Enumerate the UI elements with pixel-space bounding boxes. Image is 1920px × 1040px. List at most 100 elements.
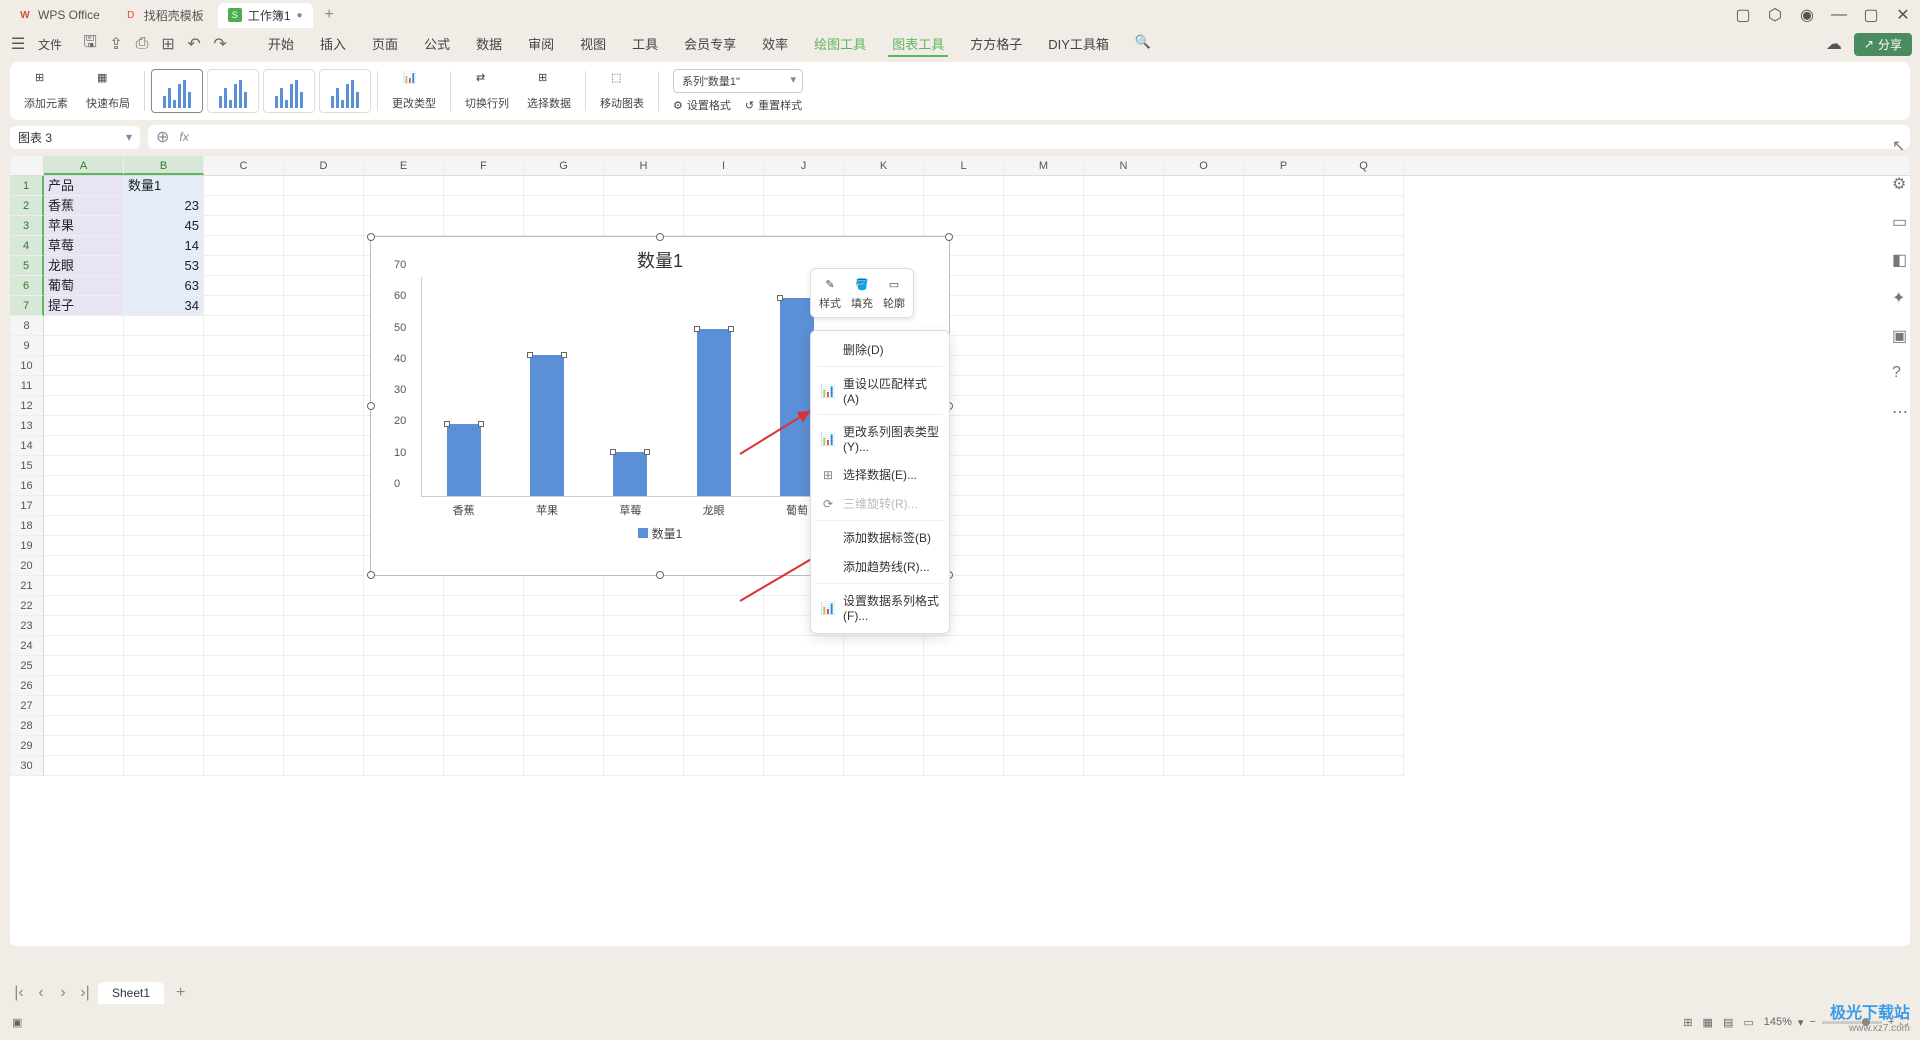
sparkle-icon[interactable]: ✦ bbox=[1892, 288, 1912, 308]
view-page-icon[interactable]: ▤ bbox=[1723, 1016, 1733, 1029]
cell[interactable] bbox=[1164, 516, 1244, 536]
zoom-out-icon[interactable]: − bbox=[1809, 1016, 1815, 1028]
cell[interactable] bbox=[284, 536, 364, 556]
change-type-button[interactable]: 📊 更改类型 bbox=[384, 69, 444, 113]
cell[interactable] bbox=[284, 676, 364, 696]
print-icon[interactable]: ⎙ bbox=[132, 34, 152, 54]
cell[interactable] bbox=[1084, 636, 1164, 656]
cell[interactable] bbox=[1004, 396, 1084, 416]
cell[interactable] bbox=[764, 696, 844, 716]
cell[interactable] bbox=[284, 496, 364, 516]
cell[interactable] bbox=[844, 676, 924, 696]
cell[interactable] bbox=[924, 716, 1004, 736]
chart-style-3[interactable] bbox=[263, 69, 315, 113]
cell[interactable] bbox=[124, 476, 204, 496]
set-format-button[interactable]: ⚙ 设置格式 bbox=[673, 97, 731, 113]
cell[interactable]: 53 bbox=[124, 256, 204, 276]
row-header[interactable]: 12 bbox=[10, 396, 44, 416]
cell[interactable] bbox=[204, 296, 284, 316]
book-icon[interactable]: ▣ bbox=[1892, 326, 1912, 346]
cell[interactable] bbox=[604, 636, 684, 656]
cell[interactable] bbox=[44, 676, 124, 696]
resize-handle[interactable] bbox=[945, 233, 953, 241]
tab-page[interactable]: 页面 bbox=[368, 32, 402, 57]
cell[interactable] bbox=[524, 596, 604, 616]
chart-bar[interactable] bbox=[447, 424, 481, 496]
cell[interactable] bbox=[1164, 216, 1244, 236]
cell[interactable] bbox=[1324, 296, 1404, 316]
row-header[interactable]: 29 bbox=[10, 736, 44, 756]
cell[interactable] bbox=[1004, 656, 1084, 676]
cell[interactable] bbox=[284, 716, 364, 736]
cell[interactable] bbox=[604, 596, 684, 616]
cell[interactable] bbox=[1164, 756, 1244, 776]
cell[interactable] bbox=[1244, 736, 1324, 756]
cell[interactable] bbox=[1084, 516, 1164, 536]
cell[interactable] bbox=[524, 656, 604, 676]
row-header[interactable]: 19 bbox=[10, 536, 44, 556]
view-normal-icon[interactable]: ▦ bbox=[1703, 1016, 1713, 1029]
grid-body[interactable]: 1产品数量12香蕉233苹果454草莓145龙眼536葡萄637提子348910… bbox=[10, 176, 1910, 776]
col-A[interactable]: A bbox=[44, 156, 124, 175]
select-data-button[interactable]: ⊞ 选择数据 bbox=[519, 69, 579, 113]
cell[interactable] bbox=[1004, 316, 1084, 336]
col-C[interactable]: C bbox=[204, 156, 284, 175]
cell[interactable] bbox=[604, 576, 684, 596]
cell[interactable] bbox=[924, 696, 1004, 716]
cell[interactable] bbox=[1324, 256, 1404, 276]
row-header[interactable]: 5 bbox=[10, 256, 44, 276]
sheet-nav-prev[interactable]: ‹ bbox=[32, 984, 50, 1002]
cell[interactable] bbox=[764, 676, 844, 696]
zoom-icon[interactable]: ⊕ bbox=[156, 127, 169, 147]
cell[interactable] bbox=[1084, 656, 1164, 676]
cell[interactable] bbox=[444, 736, 524, 756]
row-header[interactable]: 11 bbox=[10, 376, 44, 396]
cell[interactable] bbox=[1324, 696, 1404, 716]
cell[interactable] bbox=[764, 716, 844, 736]
cell[interactable] bbox=[1084, 196, 1164, 216]
cell[interactable] bbox=[364, 616, 444, 636]
cell[interactable] bbox=[1004, 536, 1084, 556]
cell[interactable] bbox=[1164, 616, 1244, 636]
maximize-button[interactable]: ▢ bbox=[1862, 6, 1880, 24]
cell[interactable] bbox=[44, 516, 124, 536]
cell[interactable] bbox=[1084, 576, 1164, 596]
cell[interactable] bbox=[1084, 676, 1164, 696]
cell[interactable] bbox=[844, 656, 924, 676]
cell[interactable] bbox=[44, 736, 124, 756]
cell[interactable] bbox=[1004, 696, 1084, 716]
cell[interactable] bbox=[524, 216, 604, 236]
cell[interactable] bbox=[684, 676, 764, 696]
cell[interactable] bbox=[444, 216, 524, 236]
cell[interactable] bbox=[44, 596, 124, 616]
cell[interactable] bbox=[444, 596, 524, 616]
row-header[interactable]: 30 bbox=[10, 756, 44, 776]
quick-layout-button[interactable]: ▦ 快速布局 bbox=[78, 69, 138, 113]
cell[interactable] bbox=[204, 436, 284, 456]
cell[interactable] bbox=[44, 556, 124, 576]
layers-icon[interactable]: ◧ bbox=[1892, 250, 1912, 270]
cell[interactable] bbox=[924, 656, 1004, 676]
cell[interactable] bbox=[204, 496, 284, 516]
cm-add-data-labels[interactable]: 添加数据标签(B) bbox=[811, 523, 949, 552]
cell[interactable] bbox=[1244, 456, 1324, 476]
col-J[interactable]: J bbox=[764, 156, 844, 175]
cell[interactable] bbox=[1244, 336, 1324, 356]
cell[interactable] bbox=[1244, 256, 1324, 276]
undo-icon[interactable]: ↶ bbox=[184, 34, 204, 54]
cell[interactable] bbox=[844, 716, 924, 736]
cell[interactable] bbox=[1324, 716, 1404, 736]
cell[interactable] bbox=[1164, 576, 1244, 596]
cell[interactable] bbox=[1084, 256, 1164, 276]
col-E[interactable]: E bbox=[364, 156, 444, 175]
cell[interactable] bbox=[1164, 656, 1244, 676]
row-header[interactable]: 1 bbox=[10, 176, 44, 196]
cell[interactable] bbox=[1004, 296, 1084, 316]
resize-handle[interactable] bbox=[656, 233, 664, 241]
cell[interactable] bbox=[1004, 436, 1084, 456]
cell[interactable] bbox=[124, 376, 204, 396]
cell[interactable] bbox=[924, 216, 1004, 236]
cell[interactable] bbox=[844, 756, 924, 776]
cell[interactable] bbox=[1324, 236, 1404, 256]
cell[interactable] bbox=[1244, 356, 1324, 376]
